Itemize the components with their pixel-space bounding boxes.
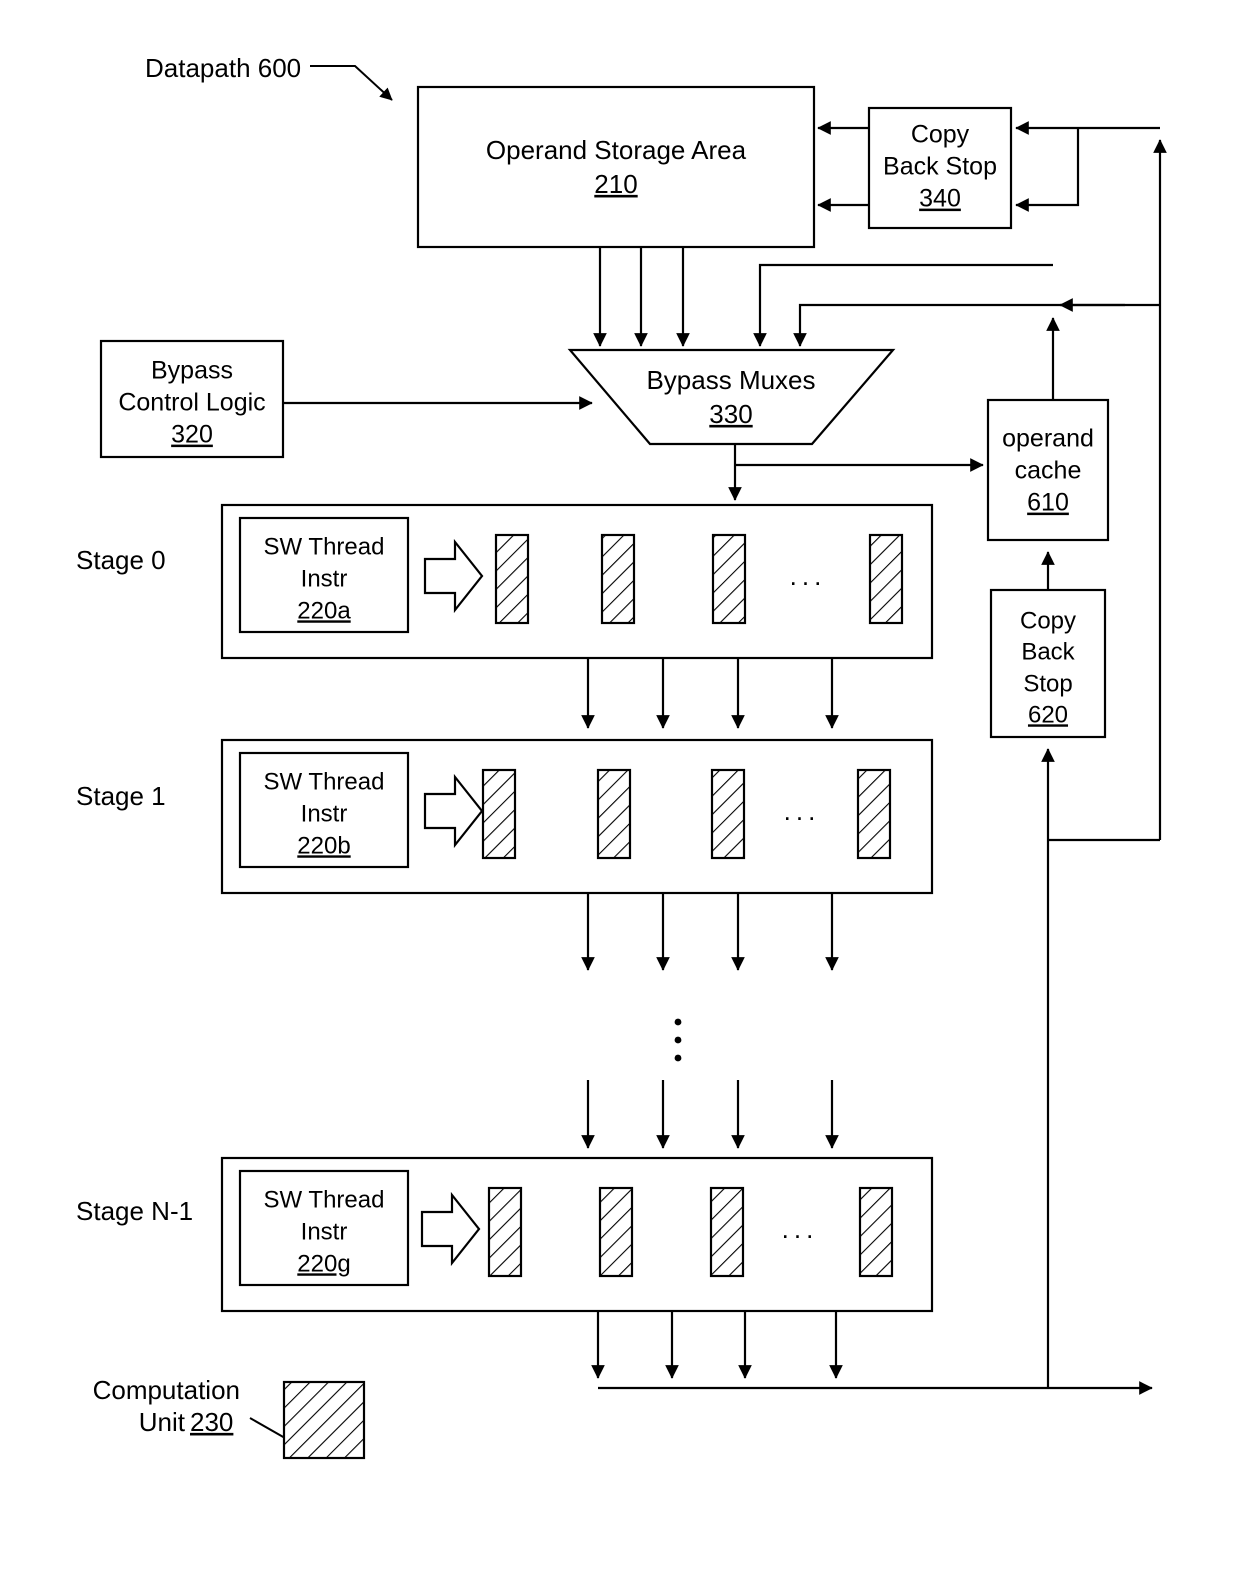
stage-n-1-computation-unit-2[interactable] <box>598 1186 634 1278</box>
stage-n-1-instr-line1: SW Thread <box>264 1186 385 1213</box>
stage-0-label: Stage 0 <box>76 545 166 575</box>
operand-cache-line1: operand <box>1002 425 1094 453</box>
operand-storage-area-block[interactable]: Operand Storage Area 210 <box>416 85 816 249</box>
stage-1-computation-unit-3[interactable] <box>710 768 746 860</box>
legend-line2: Unit <box>139 1407 186 1437</box>
stage-0-instr-number: 220a <box>297 597 351 624</box>
copy-back-stop-620-line1: Copy <box>1020 607 1076 634</box>
stage-n-1-computation-unit-3[interactable] <box>709 1186 745 1278</box>
stage-1-computation-unit-1[interactable] <box>481 768 517 860</box>
patent-figure-datapath-600: Datapath 600 Operand Storage Area 210 Co… <box>0 0 1240 1584</box>
copy-back-stop-340-number: 340 <box>919 185 961 213</box>
stage-1-label: Stage 1 <box>76 781 166 811</box>
stage-1-instr-number: 220b <box>297 832 350 859</box>
stage-n-1-computation-unit-1[interactable] <box>487 1186 523 1278</box>
copy-back-stop-340-line2: Back Stop <box>883 153 997 181</box>
operand-cache-line2: cache <box>1015 457 1082 485</box>
legend-line1: Computation <box>93 1375 240 1405</box>
stage-1-instr-line1: SW Thread <box>264 768 385 795</box>
legend-computation-unit-swatch <box>282 1380 366 1460</box>
stage-n-1-instr-line2: Instr <box>301 1218 348 1245</box>
stage-1-instr-line2: Instr <box>301 800 348 827</box>
vertical-ellipsis-dot-1 <box>674 1018 682 1026</box>
stage-0-ellipsis: ... <box>790 561 827 591</box>
legend-number: 230 <box>190 1407 233 1437</box>
vertical-ellipsis-dot-2 <box>674 1036 682 1044</box>
bypass-muxes-number: 330 <box>709 399 752 429</box>
stage-0-instr-line1: SW Thread <box>264 533 385 560</box>
stage-1-computation-unit-4[interactable] <box>856 768 892 860</box>
operand-cache-block[interactable]: operand cache 610 <box>986 398 1110 542</box>
bypass-control-logic-number: 320 <box>171 421 213 449</box>
copy-back-stop-340-block[interactable]: Copy Back Stop 340 <box>867 106 1013 230</box>
operand-storage-area-label: Operand Storage Area <box>486 135 747 165</box>
stage-n-1-computation-unit-4[interactable] <box>858 1186 894 1278</box>
stage-0-instr-line2: Instr <box>301 565 348 592</box>
copy-back-stop-620-block[interactable]: Copy Back Stop 620 <box>989 588 1107 739</box>
stage-1-ellipsis: ... <box>784 796 821 826</box>
operand-storage-area-box[interactable] <box>416 85 816 249</box>
copy-back-stop-620-line2: Back <box>1021 638 1075 665</box>
copy-back-stop-620-number: 620 <box>1028 701 1068 728</box>
stage-0-computation-unit-3[interactable] <box>711 533 747 625</box>
stage-0-computation-unit-1[interactable] <box>494 533 530 625</box>
stage-n-1-instr-number: 220g <box>297 1250 350 1277</box>
stage-n-1-label: Stage N-1 <box>76 1196 193 1226</box>
operand-storage-area-number: 210 <box>594 169 637 199</box>
stage-0-computation-unit-2[interactable] <box>600 533 636 625</box>
stage-n-1-ellipsis: ... <box>782 1214 819 1244</box>
figure-title-label: Datapath 600 <box>145 53 301 83</box>
stage-0-computation-unit-4[interactable] <box>868 533 904 625</box>
bypass-muxes-label: Bypass Muxes <box>646 365 815 395</box>
operand-cache-number: 610 <box>1027 489 1069 517</box>
bypass-control-logic-line2: Control Logic <box>118 389 265 417</box>
bypass-control-logic-line1: Bypass <box>151 357 233 385</box>
vertical-ellipsis-dot-3 <box>674 1054 682 1062</box>
copy-back-stop-340-line1: Copy <box>911 121 970 149</box>
stage-1-computation-unit-2[interactable] <box>596 768 632 860</box>
copy-back-stop-620-line3: Stop <box>1023 670 1072 697</box>
